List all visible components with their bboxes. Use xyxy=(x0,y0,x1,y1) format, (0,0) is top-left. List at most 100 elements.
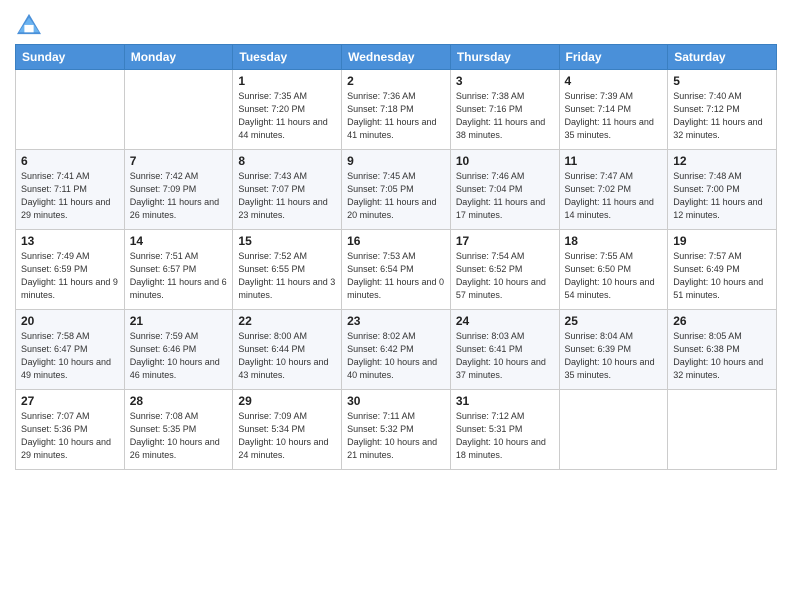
calendar-cell: 31 Sunrise: 7:12 AMSunset: 5:31 PMDayligh… xyxy=(450,390,559,470)
calendar-cell xyxy=(124,70,233,150)
day-number: 20 xyxy=(21,314,119,328)
day-info: Sunrise: 7:40 AMSunset: 7:12 PMDaylight:… xyxy=(673,90,771,142)
day-info: Sunrise: 7:41 AMSunset: 7:11 PMDaylight:… xyxy=(21,170,119,222)
day-info: Sunrise: 7:55 AMSunset: 6:50 PMDaylight:… xyxy=(565,250,663,302)
col-header-monday: Monday xyxy=(124,45,233,70)
day-number: 25 xyxy=(565,314,663,328)
day-info: Sunrise: 7:45 AMSunset: 7:05 PMDaylight:… xyxy=(347,170,445,222)
day-info: Sunrise: 7:36 AMSunset: 7:18 PMDaylight:… xyxy=(347,90,445,142)
day-number: 16 xyxy=(347,234,445,248)
day-info: Sunrise: 8:00 AMSunset: 6:44 PMDaylight:… xyxy=(238,330,336,382)
calendar-cell: 2 Sunrise: 7:36 AMSunset: 7:18 PMDaylight… xyxy=(342,70,451,150)
calendar-table: SundayMondayTuesdayWednesdayThursdayFrid… xyxy=(15,44,777,470)
calendar-cell: 8 Sunrise: 7:43 AMSunset: 7:07 PMDaylight… xyxy=(233,150,342,230)
calendar-cell: 14 Sunrise: 7:51 AMSunset: 6:57 PMDayligh… xyxy=(124,230,233,310)
calendar-cell: 29 Sunrise: 7:09 AMSunset: 5:34 PMDayligh… xyxy=(233,390,342,470)
calendar-cell: 6 Sunrise: 7:41 AMSunset: 7:11 PMDaylight… xyxy=(16,150,125,230)
day-info: Sunrise: 7:59 AMSunset: 6:46 PMDaylight:… xyxy=(130,330,228,382)
day-number: 21 xyxy=(130,314,228,328)
day-info: Sunrise: 7:07 AMSunset: 5:36 PMDaylight:… xyxy=(21,410,119,462)
calendar-cell: 12 Sunrise: 7:48 AMSunset: 7:00 PMDayligh… xyxy=(668,150,777,230)
calendar-cell: 3Sunrise: 7:38 AMSunset: 7:16 PMDaylight… xyxy=(450,70,559,150)
day-number: 13 xyxy=(21,234,119,248)
calendar-cell xyxy=(559,390,668,470)
col-header-thursday: Thursday xyxy=(450,45,559,70)
day-number: 15 xyxy=(238,234,336,248)
calendar-cell: 28 Sunrise: 7:08 AMSunset: 5:35 PMDayligh… xyxy=(124,390,233,470)
calendar-cell: 22Sunrise: 8:00 AMSunset: 6:44 PMDayligh… xyxy=(233,310,342,390)
day-number: 29 xyxy=(238,394,336,408)
calendar-cell: 5 Sunrise: 7:40 AMSunset: 7:12 PMDaylight… xyxy=(668,70,777,150)
calendar-cell: 18 Sunrise: 7:55 AMSunset: 6:50 PMDayligh… xyxy=(559,230,668,310)
day-number: 27 xyxy=(21,394,119,408)
day-info: Sunrise: 7:49 AMSunset: 6:59 PMDaylight:… xyxy=(21,250,119,302)
calendar-cell: 23 Sunrise: 8:02 AMSunset: 6:42 PMDayligh… xyxy=(342,310,451,390)
day-info: Sunrise: 7:58 AMSunset: 6:47 PMDaylight:… xyxy=(21,330,119,382)
col-header-wednesday: Wednesday xyxy=(342,45,451,70)
calendar-cell: 11 Sunrise: 7:47 AMSunset: 7:02 PMDayligh… xyxy=(559,150,668,230)
day-info: Sunrise: 7:57 AMSunset: 6:49 PMDaylight:… xyxy=(673,250,771,302)
day-info: Sunrise: 7:38 AMSunset: 7:16 PMDaylight:… xyxy=(456,90,554,142)
day-number: 10 xyxy=(456,154,554,168)
calendar-cell: 20 Sunrise: 7:58 AMSunset: 6:47 PMDayligh… xyxy=(16,310,125,390)
calendar-cell xyxy=(668,390,777,470)
day-number: 24 xyxy=(456,314,554,328)
calendar-cell: 26Sunrise: 8:05 AMSunset: 6:38 PMDayligh… xyxy=(668,310,777,390)
col-header-sunday: Sunday xyxy=(16,45,125,70)
logo xyxy=(15,14,45,36)
calendar-cell: 4 Sunrise: 7:39 AMSunset: 7:14 PMDaylight… xyxy=(559,70,668,150)
calendar-cell: 9 Sunrise: 7:45 AMSunset: 7:05 PMDaylight… xyxy=(342,150,451,230)
calendar-cell: 1 Sunrise: 7:35 AMSunset: 7:20 PMDaylight… xyxy=(233,70,342,150)
day-number: 4 xyxy=(565,74,663,88)
day-info: Sunrise: 7:08 AMSunset: 5:35 PMDaylight:… xyxy=(130,410,228,462)
calendar-cell: 21 Sunrise: 7:59 AMSunset: 6:46 PMDayligh… xyxy=(124,310,233,390)
day-number: 28 xyxy=(130,394,228,408)
day-number: 7 xyxy=(130,154,228,168)
day-number: 8 xyxy=(238,154,336,168)
day-info: Sunrise: 7:51 AMSunset: 6:57 PMDaylight:… xyxy=(130,250,228,302)
day-info: Sunrise: 7:39 AMSunset: 7:14 PMDaylight:… xyxy=(565,90,663,142)
calendar-cell: 15Sunrise: 7:52 AMSunset: 6:55 PMDayligh… xyxy=(233,230,342,310)
day-info: Sunrise: 7:42 AMSunset: 7:09 PMDaylight:… xyxy=(130,170,228,222)
day-info: Sunrise: 8:02 AMSunset: 6:42 PMDaylight:… xyxy=(347,330,445,382)
day-info: Sunrise: 7:09 AMSunset: 5:34 PMDaylight:… xyxy=(238,410,336,462)
day-number: 2 xyxy=(347,74,445,88)
calendar-cell xyxy=(16,70,125,150)
day-info: Sunrise: 7:46 AMSunset: 7:04 PMDaylight:… xyxy=(456,170,554,222)
day-number: 18 xyxy=(565,234,663,248)
day-number: 1 xyxy=(238,74,336,88)
calendar-cell: 7 Sunrise: 7:42 AMSunset: 7:09 PMDaylight… xyxy=(124,150,233,230)
day-info: Sunrise: 7:54 AMSunset: 6:52 PMDaylight:… xyxy=(456,250,554,302)
calendar-cell: 27 Sunrise: 7:07 AMSunset: 5:36 PMDayligh… xyxy=(16,390,125,470)
day-number: 6 xyxy=(21,154,119,168)
day-number: 12 xyxy=(673,154,771,168)
day-info: Sunrise: 7:11 AMSunset: 5:32 PMDaylight:… xyxy=(347,410,445,462)
day-number: 5 xyxy=(673,74,771,88)
day-number: 9 xyxy=(347,154,445,168)
day-info: Sunrise: 7:48 AMSunset: 7:00 PMDaylight:… xyxy=(673,170,771,222)
day-info: Sunrise: 7:35 AMSunset: 7:20 PMDaylight:… xyxy=(238,90,336,142)
day-info: Sunrise: 8:03 AMSunset: 6:41 PMDaylight:… xyxy=(456,330,554,382)
day-number: 17 xyxy=(456,234,554,248)
day-number: 14 xyxy=(130,234,228,248)
day-number: 19 xyxy=(673,234,771,248)
col-header-tuesday: Tuesday xyxy=(233,45,342,70)
day-number: 30 xyxy=(347,394,445,408)
day-number: 31 xyxy=(456,394,554,408)
col-header-friday: Friday xyxy=(559,45,668,70)
calendar-cell: 10 Sunrise: 7:46 AMSunset: 7:04 PMDayligh… xyxy=(450,150,559,230)
day-info: Sunrise: 7:43 AMSunset: 7:07 PMDaylight:… xyxy=(238,170,336,222)
day-info: Sunrise: 7:47 AMSunset: 7:02 PMDaylight:… xyxy=(565,170,663,222)
calendar-cell: 25 Sunrise: 8:04 AMSunset: 6:39 PMDayligh… xyxy=(559,310,668,390)
calendar-cell: 24 Sunrise: 8:03 AMSunset: 6:41 PMDayligh… xyxy=(450,310,559,390)
day-number: 11 xyxy=(565,154,663,168)
calendar-cell: 19 Sunrise: 7:57 AMSunset: 6:49 PMDayligh… xyxy=(668,230,777,310)
col-header-saturday: Saturday xyxy=(668,45,777,70)
calendar-cell: 13 Sunrise: 7:49 AMSunset: 6:59 PMDayligh… xyxy=(16,230,125,310)
day-info: Sunrise: 7:12 AMSunset: 5:31 PMDaylight:… xyxy=(456,410,554,462)
day-info: Sunrise: 8:04 AMSunset: 6:39 PMDaylight:… xyxy=(565,330,663,382)
day-number: 23 xyxy=(347,314,445,328)
day-info: Sunrise: 8:05 AMSunset: 6:38 PMDaylight:… xyxy=(673,330,771,382)
day-info: Sunrise: 7:53 AMSunset: 6:54 PMDaylight:… xyxy=(347,250,445,302)
calendar-cell: 17 Sunrise: 7:54 AMSunset: 6:52 PMDayligh… xyxy=(450,230,559,310)
